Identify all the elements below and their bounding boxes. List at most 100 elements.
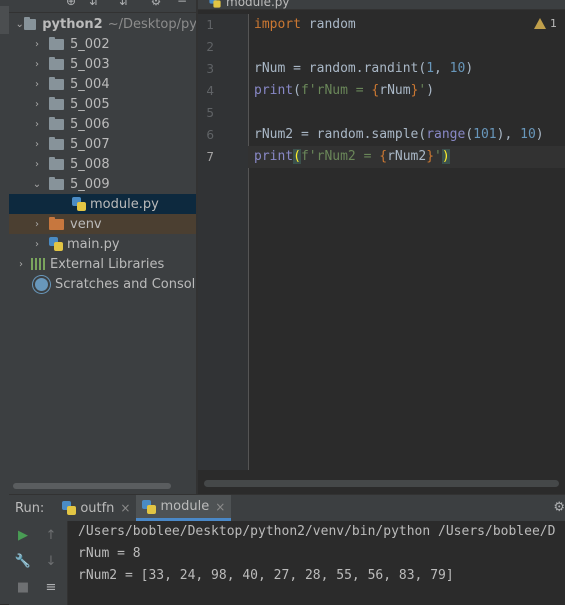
chevron-right-icon[interactable]: ›	[31, 74, 43, 94]
wrench-icon[interactable]: 🔧	[13, 551, 33, 571]
run-tool-window: Run: outfn × module × ⚙ ▶ ↑ 🔧 ↓ ■ ≡ /Use…	[9, 494, 565, 605]
code-token: import	[254, 17, 301, 32]
line-number: 7	[206, 150, 214, 164]
warning-icon	[534, 18, 546, 29]
code-token: }	[426, 149, 435, 164]
close-icon[interactable]: ×	[120, 501, 130, 515]
tree-item-5_009[interactable]: ⌄ 5_009	[9, 174, 196, 194]
python-run-icon	[62, 501, 77, 515]
tree-item-scratches[interactable]: Scratches and Consoles	[9, 274, 196, 294]
expand-all-icon[interactable]: ⇵	[87, 0, 101, 8]
chevron-right-icon[interactable]: ›	[31, 94, 43, 114]
tree-item-venv[interactable]: › venv	[9, 214, 196, 234]
tree-item-label: 5_006	[70, 116, 110, 132]
code-line-7[interactable]: print(f'rNum2 = {rNum2}')	[248, 146, 565, 168]
code-token: 10	[449, 61, 466, 76]
tree-item-label: 5_007	[70, 136, 110, 152]
gear-icon[interactable]: ⚙	[553, 500, 565, 515]
line-number: 3	[206, 62, 214, 76]
code-editor[interactable]: module.py 1 2 3 4 5 6 7 import random rN…	[198, 0, 565, 494]
tree-item-5_003[interactable]: › 5_003	[9, 54, 196, 74]
code-token: (	[293, 149, 301, 164]
code-token: )	[465, 61, 474, 76]
run-tab-outfn[interactable]: outfn ×	[56, 495, 136, 521]
tree-item-label: module.py	[90, 196, 159, 212]
chevron-right-icon[interactable]: ›	[31, 234, 43, 254]
chevron-down-icon[interactable]: ⌄	[31, 174, 43, 194]
console-line: rNum2 = [33, 24, 98, 40, 27, 28, 55, 56,…	[78, 568, 454, 583]
project-root-name: python2	[42, 16, 103, 32]
chevron-right-icon[interactable]: ›	[31, 154, 43, 174]
line-number: 1	[206, 18, 214, 32]
locate-icon[interactable]: ⊕	[64, 0, 78, 8]
code-line-3[interactable]: rNum = random.randint(1, 10)	[254, 58, 473, 80]
scroll-up-icon[interactable]: ↑	[41, 525, 61, 545]
gear-icon[interactable]: ⚙	[149, 0, 163, 8]
hide-icon[interactable]: −	[175, 0, 189, 8]
rerun-button[interactable]: ▶	[13, 525, 33, 545]
soft-wrap-icon[interactable]: ≡	[41, 577, 61, 597]
code-token: 10	[520, 127, 536, 142]
tree-item-label: main.py	[67, 236, 120, 252]
run-tab-module[interactable]: module ×	[136, 495, 232, 521]
collapse-all-icon[interactable]: ⇵	[117, 0, 131, 8]
tree-item-5_006[interactable]: › 5_006	[9, 114, 196, 134]
stop-button[interactable]: ■	[13, 577, 33, 597]
code-token: range	[426, 127, 466, 142]
tab-module-py[interactable]: module.py	[204, 0, 294, 9]
chevron-right-icon[interactable]: ›	[31, 134, 43, 154]
tree-item-5_007[interactable]: › 5_007	[9, 134, 196, 154]
run-title: Run:	[15, 500, 45, 516]
code-token: rNum2	[387, 149, 427, 164]
folder-excluded-icon	[49, 216, 64, 230]
chevron-right-icon[interactable]: ›	[15, 254, 27, 274]
code-line-1[interactable]: import random	[254, 14, 356, 36]
tree-item-5_005[interactable]: › 5_005	[9, 94, 196, 114]
code-token: print	[254, 83, 294, 98]
project-root-path: ~/Desktop/pyt	[107, 16, 196, 32]
python-file-icon	[209, 0, 221, 8]
code-token: )	[426, 83, 435, 98]
tree-item-module-py[interactable]: module.py	[9, 194, 196, 214]
chevron-right-icon[interactable]: ›	[31, 214, 43, 234]
code-token: {	[379, 149, 388, 164]
folder-icon	[49, 156, 64, 170]
scrollbar-thumb[interactable]	[204, 480, 559, 487]
editor-horizontal-scrollbar[interactable]	[198, 470, 565, 494]
folder-icon	[49, 56, 64, 70]
chevron-right-icon[interactable]: ›	[31, 34, 43, 54]
project-horizontal-scrollbar[interactable]	[13, 483, 171, 489]
console-line: /Users/boblee/Desktop/python2/venv/bin/p…	[78, 524, 556, 539]
python-run-icon	[142, 499, 157, 514]
folder-icon	[49, 76, 64, 90]
folder-icon	[49, 96, 64, 110]
code-line-6[interactable]: rNum2 = random.sample(range(101), 10)	[254, 124, 544, 146]
tree-item-label: 5_005	[70, 96, 110, 112]
console-line: rNum = 8	[78, 546, 141, 561]
tree-root-python2[interactable]: ⌄ python2 ~/Desktop/pyt	[9, 14, 196, 34]
tree-item-main-py[interactable]: › main.py	[9, 234, 196, 254]
code-token: ,	[434, 61, 450, 76]
code-token: )	[535, 127, 544, 142]
code-line-4[interactable]: print(f'rNum = {rNum}')	[254, 80, 434, 102]
project-panel: ⊕ ⇵ ⇵ ⚙ − ⌄ python2 ~/Desktop/pyt › 5_00…	[9, 0, 196, 494]
code-token: '	[434, 149, 442, 164]
tree-item-external-libraries[interactable]: › External Libraries	[9, 254, 196, 274]
scroll-down-icon[interactable]: ↓	[41, 551, 61, 571]
inspection-widget[interactable]: 1	[534, 17, 557, 30]
tree-item-5_008[interactable]: › 5_008	[9, 154, 196, 174]
tree-item-label: 5_003	[70, 56, 110, 72]
tree-item-label: 5_004	[70, 76, 110, 92]
scratches-icon	[33, 275, 50, 293]
console-output[interactable]: /Users/boblee/Desktop/python2/venv/bin/p…	[68, 521, 565, 605]
close-icon[interactable]: ×	[215, 500, 225, 514]
tree-item-5_004[interactable]: › 5_004	[9, 74, 196, 94]
tab-label: module.py	[226, 0, 290, 9]
run-tab-label: module	[160, 499, 210, 514]
code-token: rNum2 = random.sample(	[254, 127, 427, 142]
tree-item-5_002[interactable]: › 5_002	[9, 34, 196, 54]
python-file-icon	[72, 197, 86, 211]
chevron-right-icon[interactable]: ›	[31, 54, 43, 74]
chevron-down-icon[interactable]: ⌄	[15, 14, 24, 34]
chevron-right-icon[interactable]: ›	[31, 114, 43, 134]
